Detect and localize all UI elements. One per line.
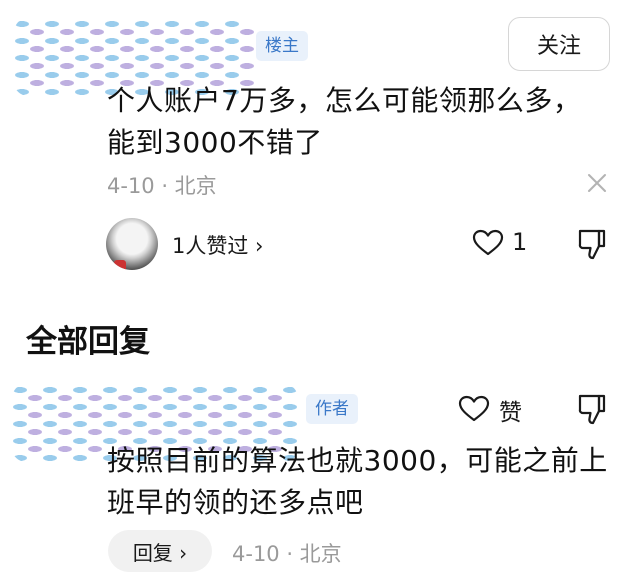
- close-icon[interactable]: [586, 172, 608, 194]
- heart-icon[interactable]: [458, 395, 490, 423]
- reply-meta: 4-10 · 北京: [232, 542, 342, 566]
- reply-button[interactable]: 回复 ›: [108, 530, 212, 572]
- author-badge: 作者: [306, 394, 358, 424]
- heart-icon[interactable]: [472, 229, 504, 257]
- likers-link[interactable]: 1人赞过 ›: [172, 230, 263, 260]
- comment-meta: 4-10 · 北京: [107, 174, 217, 198]
- reply-text: 按照目前的算法也就3000，可能之前上班早的领的还多点吧: [107, 444, 608, 519]
- follow-button[interactable]: 关注: [508, 17, 610, 71]
- liker-avatar[interactable]: [106, 218, 158, 270]
- comment-text: 个人账户7万多，怎么可能领那么多，能到3000不错了: [107, 84, 582, 159]
- dislike-icon[interactable]: [577, 228, 607, 260]
- dislike-icon[interactable]: [577, 393, 607, 425]
- op-badge: 楼主: [256, 31, 308, 61]
- comment-thread: 楼主 关注 个人账户7万多，怎么可能领那么多，能到3000不错了 4-10 · …: [0, 0, 640, 580]
- section-title: 全部回复: [26, 324, 150, 360]
- like-label[interactable]: 赞: [499, 393, 522, 427]
- like-count: 1: [512, 228, 528, 256]
